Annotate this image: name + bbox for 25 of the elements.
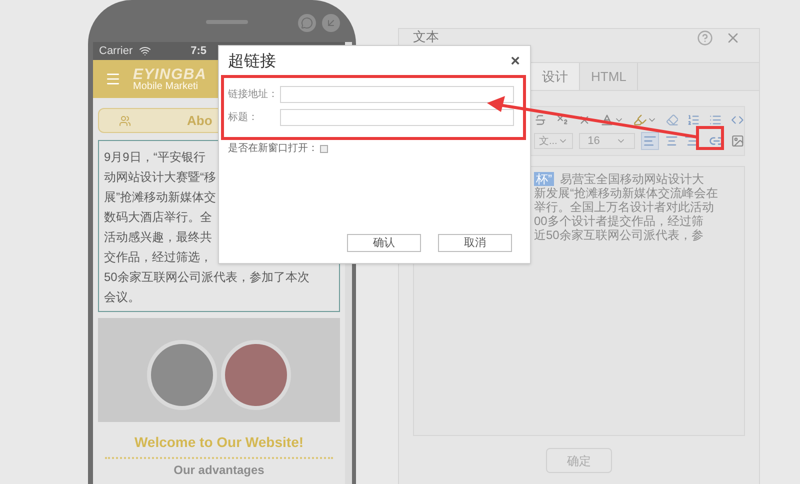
dialog-title: 超链接 xyxy=(228,52,276,72)
site-logo: EYINGBA xyxy=(133,66,207,82)
article-line: 50余家互联网公司派代表，参加了本次 xyxy=(104,269,310,286)
field-label: 标题： xyxy=(228,110,259,125)
article-line: 活动感兴趣，最终共 xyxy=(104,229,212,246)
editor-text: 新发展“抢滩移动新媒体交流峰会在 xyxy=(534,186,718,200)
panel-title: 文本 xyxy=(413,30,439,44)
article-line: 会议。 xyxy=(104,289,140,306)
editor-text: 00多个设计者提交作品，经过筛 xyxy=(534,214,704,228)
carrier-label: Carrier xyxy=(99,44,133,59)
article-line: 展”抢滩移动新媒体交 xyxy=(104,189,216,206)
article-line: 交作品，经过筛选， xyxy=(104,249,212,266)
editor-text: 易营宝全国移动网站设计大 xyxy=(560,172,704,186)
article-line: 9月9日，“平安银行 xyxy=(104,149,206,166)
editor-text: 近50余家互联网公司派代表，参 xyxy=(534,228,704,242)
welcome-title: Welcome to Our Website! xyxy=(133,433,305,452)
new-window-label: 是否在新窗口打开： xyxy=(228,142,318,156)
status-time: 7:5 xyxy=(190,44,207,59)
section-subtitle: Our advantages xyxy=(172,462,266,479)
editor-text: 杯” xyxy=(534,172,554,186)
article-line: 动网站设计大赛暨“移 xyxy=(104,169,216,186)
site-tagline: Mobile Marketi xyxy=(133,82,200,92)
field-label: 链接地址： xyxy=(228,88,279,102)
article-line: 数码大酒店举行。全 xyxy=(104,209,212,226)
editor-text: 举行。全国上万名设计者对此活动 xyxy=(534,200,714,214)
